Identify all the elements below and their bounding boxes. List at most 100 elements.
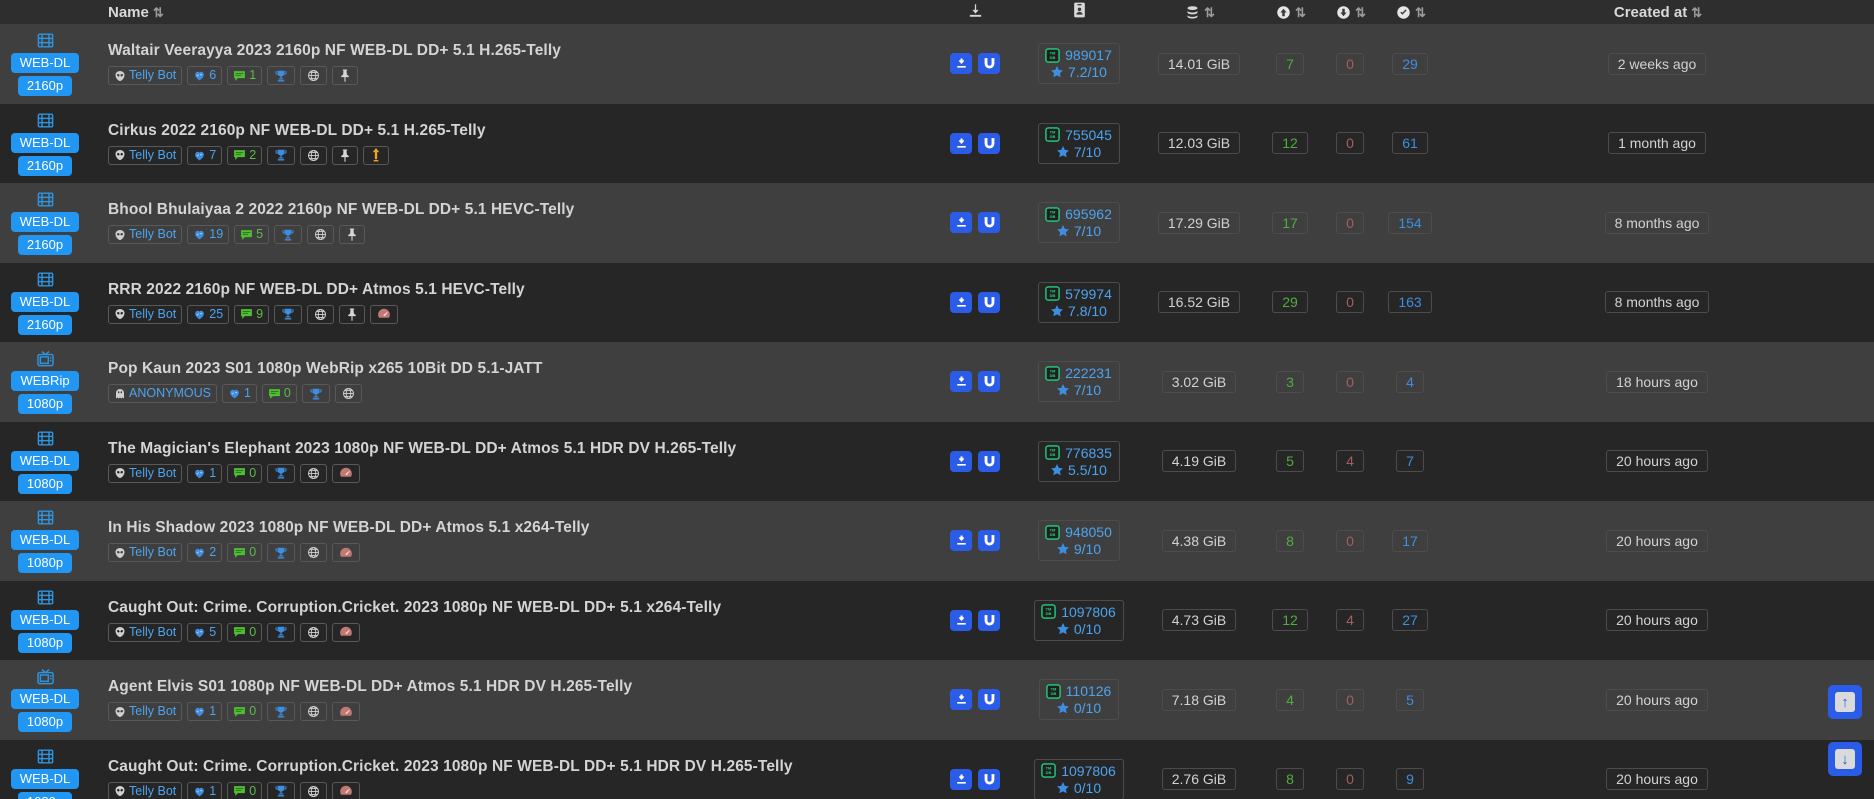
- magnet-button[interactable]: [978, 689, 1000, 711]
- table-row[interactable]: WEB-DL1080p Caught Out: Crime. Corruption…: [0, 580, 1874, 660]
- sort-icon-size[interactable]: ⇅: [1204, 5, 1215, 20]
- resolution-pill[interactable]: 2160p: [17, 314, 73, 335]
- resolution-pill[interactable]: 2160p: [17, 76, 73, 97]
- uploader-tag[interactable]: Telly Bot: [108, 702, 183, 722]
- magnet-button[interactable]: [978, 212, 1000, 234]
- resolution-pill[interactable]: 1080p: [17, 473, 73, 494]
- uploader-tag[interactable]: Telly Bot: [108, 304, 183, 324]
- comments-tag[interactable]: 0: [227, 702, 263, 722]
- tmdb-badge[interactable]: TM DB 776835 5.5/10: [1038, 440, 1120, 482]
- globe-badge[interactable]: [300, 781, 328, 799]
- source-pill[interactable]: WEB-DL: [10, 689, 80, 710]
- trophy-badge[interactable]: [274, 304, 303, 324]
- resolution-pill[interactable]: 2160p: [17, 155, 73, 176]
- header-size[interactable]: ⇅: [1138, 0, 1260, 24]
- download-button[interactable]: [950, 53, 972, 75]
- uploader-tag[interactable]: Telly Bot: [108, 145, 183, 165]
- source-pill[interactable]: WEB-DL: [10, 212, 80, 233]
- magnet-button[interactable]: [978, 291, 1000, 313]
- trophy-badge[interactable]: [267, 622, 296, 642]
- comments-tag[interactable]: 2: [227, 145, 263, 165]
- thanks-tag[interactable]: 25: [187, 304, 230, 324]
- speed-badge[interactable]: [332, 781, 361, 799]
- trophy-badge[interactable]: [267, 463, 296, 483]
- pin-badge[interactable]: [339, 225, 366, 245]
- source-pill[interactable]: WEB-DL: [10, 530, 80, 551]
- tmdb-badge[interactable]: TM DB 1097806 0/10: [1034, 758, 1124, 799]
- tmdb-badge[interactable]: TM DB 1097806 0/10: [1034, 599, 1124, 641]
- sort-icon-created[interactable]: ⇅: [1691, 5, 1702, 20]
- tmdb-badge[interactable]: TM DB 579974 7.8/10: [1038, 281, 1120, 323]
- resolution-pill[interactable]: 1080p: [17, 394, 73, 415]
- bumped-badge[interactable]: [363, 145, 390, 165]
- comments-tag[interactable]: 0: [227, 622, 263, 642]
- tmdb-badge[interactable]: TM DB 695962 7/10: [1038, 202, 1120, 244]
- scroll-to-top-button[interactable]: ↑: [1828, 685, 1862, 719]
- pin-badge[interactable]: [339, 304, 366, 324]
- header-name[interactable]: Name ⇅: [90, 0, 930, 24]
- globe-badge[interactable]: [334, 384, 362, 404]
- magnet-button[interactable]: [978, 530, 1000, 552]
- thanks-tag[interactable]: 5: [187, 622, 223, 642]
- torrent-title[interactable]: Cirkus 2022 2160p NF WEB-DL DD+ 5.1 H.26…: [108, 122, 930, 140]
- download-button[interactable]: [950, 132, 972, 154]
- speed-badge[interactable]: [332, 702, 361, 722]
- source-pill[interactable]: WEB-DL: [10, 291, 80, 312]
- magnet-button[interactable]: [978, 609, 1000, 631]
- thanks-tag[interactable]: 1: [221, 384, 257, 404]
- source-pill[interactable]: WEBRip: [11, 371, 79, 392]
- download-button[interactable]: [950, 530, 972, 552]
- thanks-tag[interactable]: 6: [187, 66, 223, 86]
- tmdb-badge[interactable]: TM DB 989017 7.2/10: [1038, 43, 1120, 85]
- trophy-badge[interactable]: [301, 384, 330, 404]
- torrent-title[interactable]: Caught Out: Crime. Corruption.Cricket. 2…: [108, 599, 930, 617]
- comments-tag[interactable]: 1: [227, 66, 263, 86]
- tmdb-badge[interactable]: TM DB 222231 7/10: [1038, 361, 1120, 403]
- comments-tag[interactable]: 0: [227, 543, 263, 563]
- resolution-pill[interactable]: 1080p: [17, 553, 73, 574]
- comments-tag[interactable]: 5: [234, 225, 270, 245]
- globe-badge[interactable]: [300, 702, 328, 722]
- thanks-tag[interactable]: 7: [187, 145, 223, 165]
- uploader-tag[interactable]: Telly Bot: [108, 622, 183, 642]
- thanks-tag[interactable]: 1: [187, 463, 223, 483]
- uploader-tag[interactable]: ANONYMOUS: [108, 384, 217, 404]
- sort-icon[interactable]: ⇅: [153, 5, 164, 20]
- comments-tag[interactable]: 0: [227, 463, 263, 483]
- torrent-title[interactable]: RRR 2022 2160p NF WEB-DL DD+ Atmos 5.1 H…: [108, 281, 930, 299]
- sort-icon-completed[interactable]: ⇅: [1415, 5, 1426, 20]
- table-row[interactable]: WEB-DL 2160p Cirkus 2022 2160p NF WEB-DL D…: [0, 103, 1874, 183]
- table-row[interactable]: WEB-DL 1080p In His Shadow 2023 1080p NF W…: [0, 501, 1874, 581]
- globe-badge[interactable]: [300, 543, 328, 563]
- thanks-tag[interactable]: 1: [187, 702, 223, 722]
- download-button[interactable]: [950, 291, 972, 313]
- thanks-tag[interactable]: 19: [187, 225, 230, 245]
- torrent-title[interactable]: Pop Kaun 2023 S01 1080p WebRip x265 10Bi…: [108, 360, 930, 378]
- trophy-badge[interactable]: [267, 543, 296, 563]
- download-button[interactable]: [950, 609, 972, 631]
- trophy-badge[interactable]: [274, 225, 303, 245]
- trophy-badge[interactable]: [267, 702, 296, 722]
- download-button[interactable]: [950, 371, 972, 393]
- resolution-pill[interactable]: 2160p: [17, 235, 73, 256]
- speed-badge[interactable]: [370, 304, 399, 324]
- speed-badge[interactable]: [332, 543, 361, 563]
- uploader-tag[interactable]: Telly Bot: [108, 66, 183, 86]
- thanks-tag[interactable]: 1: [187, 781, 223, 799]
- tmdb-badge[interactable]: TM DB 948050 9/10: [1038, 520, 1120, 562]
- table-row[interactable]: WEB-DL 1080p Agent Elvis S01 1080p NF WEB-…: [0, 660, 1874, 740]
- header-completed[interactable]: ⇅: [1380, 0, 1440, 24]
- resolution-pill[interactable]: 1080p: [17, 791, 73, 799]
- table-row[interactable]: WEB-DL 1080p The Magician's Elephant 2023 …: [0, 421, 1874, 501]
- torrent-title[interactable]: Agent Elvis S01 1080p NF WEB-DL DD+ Atmo…: [108, 678, 930, 696]
- scroll-to-bottom-button[interactable]: ↓: [1828, 742, 1862, 776]
- comments-tag[interactable]: 0: [261, 384, 297, 404]
- speed-badge[interactable]: [332, 622, 361, 642]
- download-button[interactable]: [950, 689, 972, 711]
- source-pill[interactable]: WEB-DL: [10, 132, 80, 153]
- magnet-button[interactable]: [978, 768, 1000, 790]
- torrent-title[interactable]: Waltair Veerayya 2023 2160p NF WEB-DL DD…: [108, 42, 930, 60]
- globe-badge[interactable]: [300, 622, 328, 642]
- magnet-button[interactable]: [978, 132, 1000, 154]
- magnet-button[interactable]: [978, 53, 1000, 75]
